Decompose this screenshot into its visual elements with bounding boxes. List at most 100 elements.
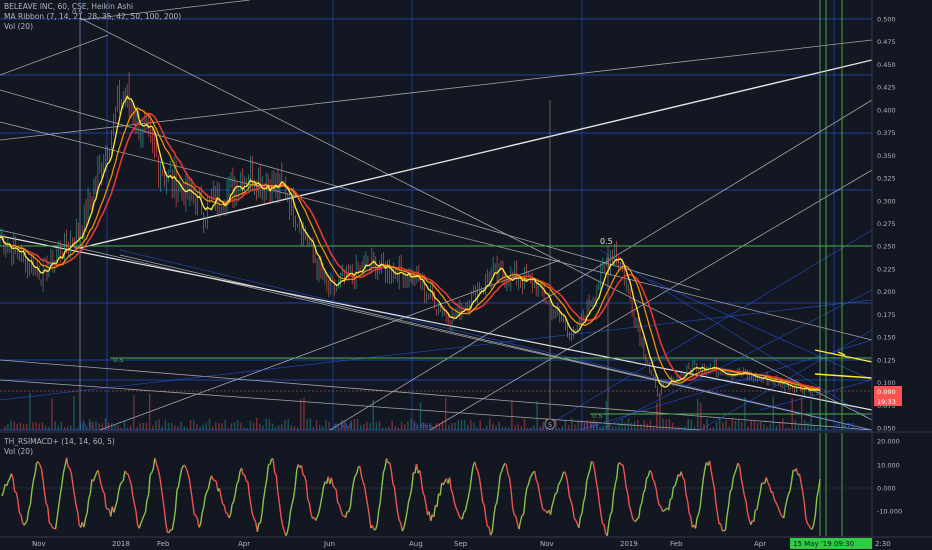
volume-bar: [375, 421, 378, 430]
price-tick-label: 0.275: [877, 220, 896, 228]
volume-bar: [618, 422, 620, 430]
time-edge-label: 2:30: [875, 540, 891, 548]
volume-bar: [243, 427, 245, 430]
volume-bar: [681, 427, 683, 430]
volume-bar: [621, 419, 623, 430]
volume-bar: [470, 420, 472, 430]
volume-bar: [722, 422, 724, 430]
volume-bar: [608, 424, 611, 430]
volume-bar: [397, 427, 400, 430]
volume-bar: [684, 426, 686, 430]
volume-bar: [542, 421, 545, 430]
volume-bar: [775, 425, 778, 430]
volume-bar: [107, 422, 110, 430]
fib-label-b4: 0.475: [836, 422, 855, 430]
volume-bar: [41, 422, 44, 430]
volume-bar: [571, 418, 573, 430]
volume-bar: [734, 420, 737, 430]
volume-bar: [114, 425, 116, 430]
volume-bar: [400, 421, 403, 430]
volume-bar: [769, 423, 771, 430]
volume-bar: [445, 397, 447, 430]
volume-bar: [363, 424, 365, 430]
volume-bar: [293, 426, 296, 430]
oscillator-title[interactable]: TH_RSIMACD+ (14, 14, 60, 5): [4, 437, 115, 447]
time-label: 2019: [620, 540, 638, 548]
volume-bar: [249, 420, 252, 430]
volume-bar: [22, 424, 25, 430]
oscillator-volume-legend[interactable]: Vol (20): [4, 447, 115, 457]
osc-tick-label: 0.000: [877, 485, 896, 493]
volume-bar: [76, 427, 78, 430]
oscillator-segment: [591, 460, 594, 463]
ma-ribbon-legend[interactable]: MA Ribbon (7, 14, 21, 28, 35, 42, 50, 10…: [4, 12, 181, 22]
volume-bar: [67, 426, 69, 430]
volume-bar: [199, 426, 201, 430]
symbol-title[interactable]: BELEAVE INC, 60, CSE, Heikin Ashi: [4, 2, 181, 12]
volume-bar: [678, 426, 680, 430]
volume-bar: [315, 420, 318, 430]
countdown-label: 19:33: [877, 398, 896, 406]
volume-bar: [158, 419, 160, 430]
time-label: Apr: [238, 540, 250, 548]
volume-bar: [756, 422, 759, 430]
price-tick-label: 0.325: [877, 175, 896, 183]
volume-bar: [193, 420, 195, 430]
price-tick-label: 0.300: [877, 197, 896, 205]
volume-bar: [26, 424, 28, 430]
volume-bar: [656, 402, 658, 430]
volume-bar: [476, 427, 478, 430]
fib-label-mid: 0.5: [600, 237, 613, 246]
volume-bar: [259, 423, 261, 430]
volume-bar: [256, 418, 258, 430]
chart-canvas[interactable]: 0.500 0.475 0.450 0.425 0.400 0.375 0.350 0.325…: [0, 0, 932, 550]
volume-bar: [539, 426, 541, 430]
volume-bar: [331, 427, 333, 430]
volume-bar: [32, 422, 34, 430]
volume-bar: [328, 421, 330, 430]
volume-bar: [265, 418, 267, 430]
volume-bar: [95, 421, 97, 430]
price-tick-label: 0.250: [877, 243, 896, 251]
volume-bar: [70, 425, 72, 430]
oscillator-segment: [673, 485, 676, 488]
price-tick-label: 0.100: [877, 379, 896, 387]
volume-bar: [747, 426, 749, 430]
volume-bar: [737, 420, 740, 430]
volume-bar: [359, 425, 362, 430]
volume-bar: [19, 422, 22, 430]
oscillator-segment: [554, 492, 558, 495]
oscillator-segment: [723, 529, 726, 532]
volume-bar: [218, 423, 220, 430]
volume-bar: [309, 418, 311, 430]
volume-legend[interactable]: Vol (20): [4, 22, 181, 32]
volume-bar: [448, 425, 450, 430]
volume-bar: [148, 393, 151, 430]
price-tick-label: 0.400: [877, 106, 896, 114]
volume-bar: [183, 426, 185, 430]
volume-bar: [652, 426, 655, 430]
volume-bar: [224, 419, 226, 430]
volume-bar: [782, 418, 784, 430]
price-tick-label: 0.475: [877, 38, 896, 46]
volume-bar: [51, 398, 53, 430]
oscillator-segment: [602, 522, 605, 526]
oscillator-segment: [52, 526, 55, 530]
volume-bar: [731, 418, 734, 430]
volume-bar: [73, 395, 75, 430]
volume-bar: [605, 400, 608, 430]
volume-bar: [624, 422, 626, 430]
volume-bar: [189, 420, 192, 430]
volume-bar: [60, 422, 63, 430]
volume-bar: [662, 418, 664, 430]
volume-bar: [492, 423, 494, 430]
volume-bar: [79, 422, 81, 430]
volume-bar: [133, 395, 135, 430]
volume-bar: [186, 427, 189, 430]
volume-bar: [211, 426, 214, 430]
volume-bar: [120, 427, 122, 430]
price-tick-label: 0.200: [877, 288, 896, 296]
volume-bar: [319, 424, 321, 430]
time-cursor-label: 15 May '19 09:30: [793, 540, 854, 548]
volume-bar: [388, 426, 390, 430]
